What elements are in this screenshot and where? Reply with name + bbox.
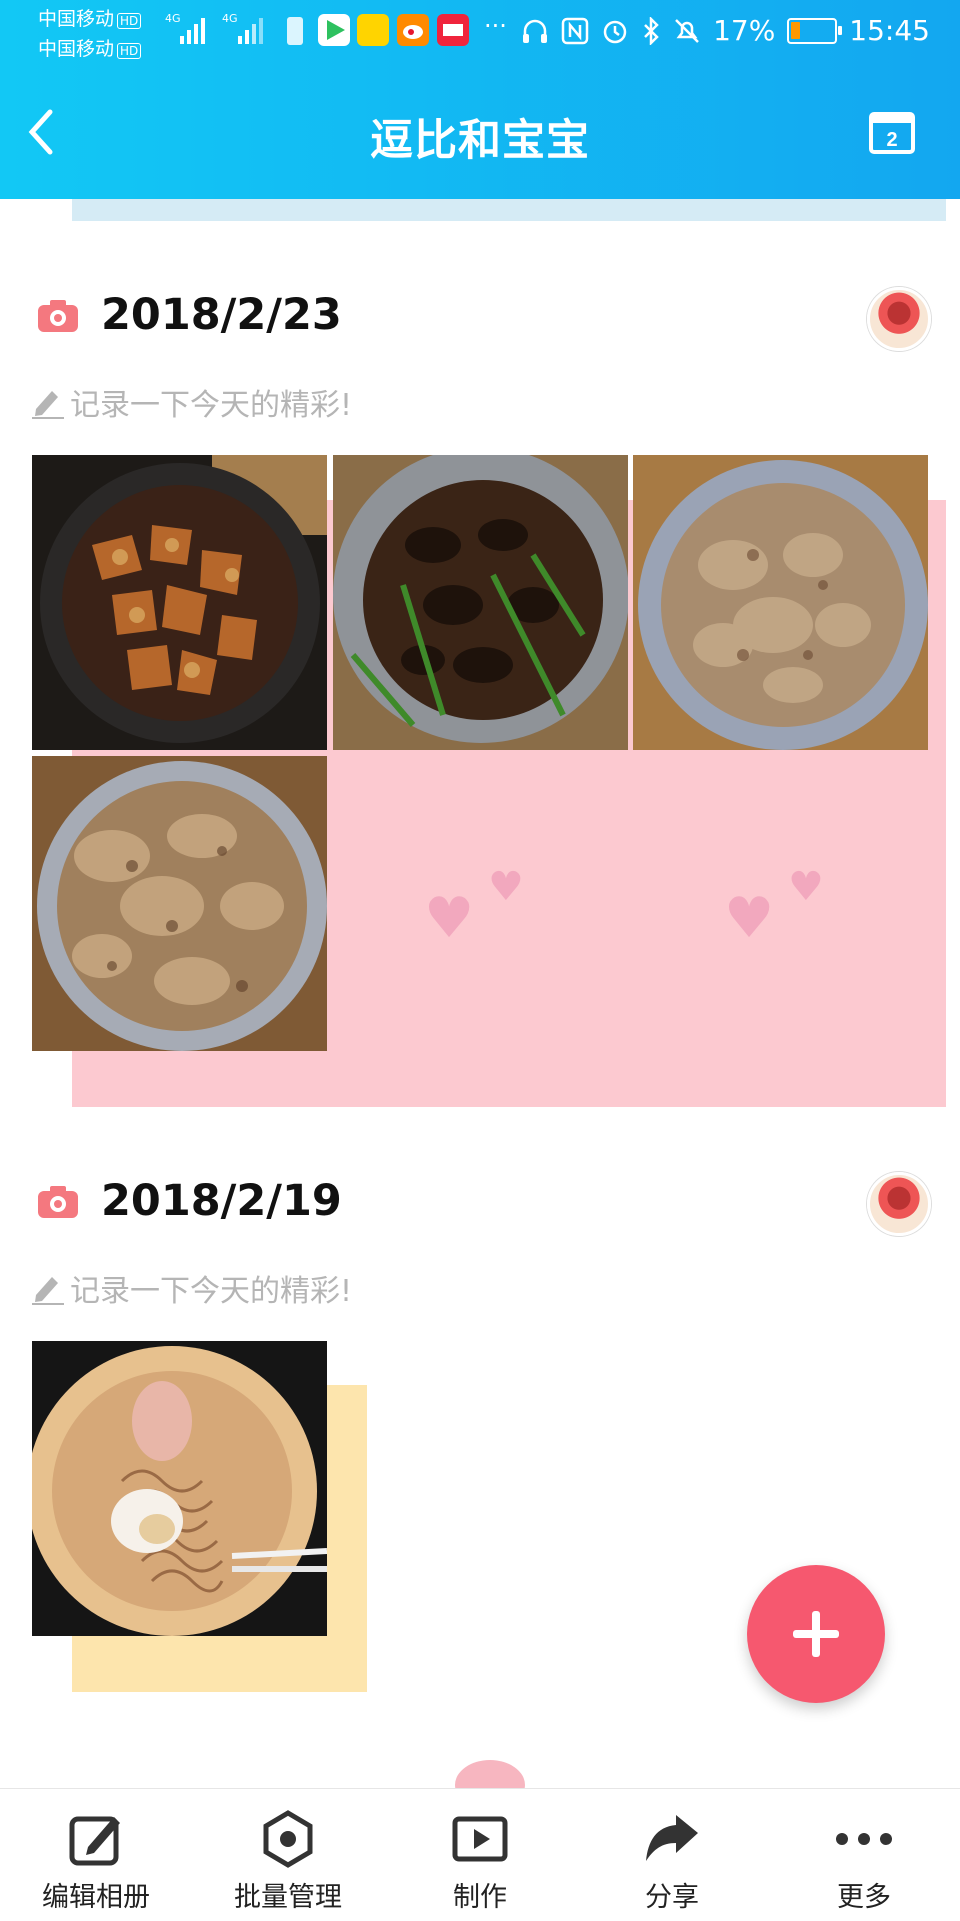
note-field[interactable]: 记录一下今天的精彩!	[32, 380, 352, 424]
clock: 15:45	[849, 14, 930, 47]
decor-petal	[455, 1760, 525, 1790]
photo-thumbnail[interactable]	[333, 455, 628, 750]
mute-icon	[675, 18, 699, 43]
camera-icon	[38, 300, 78, 332]
calendar-number: 2	[886, 129, 897, 151]
note-placeholder: 记录一下今天的精彩!	[70, 1274, 353, 1309]
calendar-icon[interactable]: 2	[868, 108, 916, 156]
photo-thumbnail[interactable]	[633, 455, 928, 750]
video-app-icon	[318, 14, 350, 46]
status-bar: 中国移动 HD 中国移动 HD 4G 4G ··· 17% 15:45	[0, 0, 960, 66]
heart-decor: ♥	[724, 886, 775, 951]
note-field[interactable]: 记录一下今天的精彩!	[32, 1266, 352, 1310]
tab-label: 编辑相册	[42, 1882, 150, 1913]
headphones-icon	[523, 19, 548, 43]
sim-icon	[287, 17, 303, 45]
add-button[interactable]	[747, 1565, 885, 1703]
make-button[interactable]: 制作	[384, 1789, 576, 1921]
batch-manage-button[interactable]: 批量管理	[192, 1789, 384, 1921]
photo-thumbnail[interactable]	[32, 455, 327, 750]
decor-strip	[72, 199, 946, 221]
toutiao-icon	[437, 14, 469, 46]
heart-decor: ♥	[424, 886, 475, 951]
network-type-2: 4G	[222, 12, 238, 25]
bluetooth-icon	[644, 16, 659, 45]
heart-decor: ♥	[788, 864, 824, 910]
battery-icon	[787, 17, 843, 44]
nfc-icon	[561, 17, 589, 44]
battery-percent: 17%	[713, 14, 776, 47]
batch-manage-icon	[263, 1810, 313, 1868]
header-bar: 中国移动 HD 中国移动 HD 4G 4G ··· 17% 15:45 逗比和宝…	[0, 0, 960, 199]
bottom-toolbar: 编辑相册 批量管理 制作 分享 更多	[0, 1788, 960, 1921]
entry-date: 2018/2/19	[101, 1176, 342, 1226]
entry-date: 2018/2/23	[101, 290, 342, 340]
signal-icon-2	[238, 18, 263, 44]
alarm-icon	[603, 20, 627, 43]
note-placeholder: 记录一下今天的精彩!	[70, 388, 353, 423]
plus-icon	[793, 1611, 839, 1657]
app-notification-icon	[357, 14, 389, 46]
carrier-2: 中国移动 HD	[38, 34, 142, 61]
weibo-icon	[397, 14, 429, 46]
photo-thumbnail[interactable]	[32, 1341, 327, 1636]
signal-icon	[180, 18, 205, 44]
edit-icon	[69, 1816, 120, 1866]
avatar[interactable]	[867, 1172, 931, 1236]
tab-label: 分享	[645, 1882, 699, 1913]
share-button[interactable]: 分享	[576, 1789, 768, 1921]
more-notifications: ···	[484, 12, 507, 40]
tab-label: 更多	[837, 1882, 891, 1913]
camera-icon	[38, 1186, 78, 1218]
edit-album-button[interactable]: 编辑相册	[0, 1789, 192, 1921]
avatar[interactable]	[867, 287, 931, 351]
carrier-1: 中国移动 HD	[38, 4, 142, 31]
tab-label: 制作	[453, 1882, 507, 1913]
more-icon	[836, 1833, 892, 1845]
play-icon	[452, 1816, 508, 1862]
pencil-icon	[32, 1277, 64, 1305]
more-button[interactable]: 更多	[768, 1789, 960, 1921]
tab-label: 批量管理	[234, 1882, 342, 1913]
pencil-icon	[32, 391, 64, 419]
photo-thumbnail[interactable]	[32, 756, 327, 1051]
status-right: 17% 15:45	[521, 14, 930, 47]
network-type-1: 4G	[165, 12, 181, 25]
share-icon	[646, 1815, 698, 1861]
page-title: 逗比和宝宝	[370, 116, 590, 166]
heart-decor: ♥	[488, 864, 524, 910]
